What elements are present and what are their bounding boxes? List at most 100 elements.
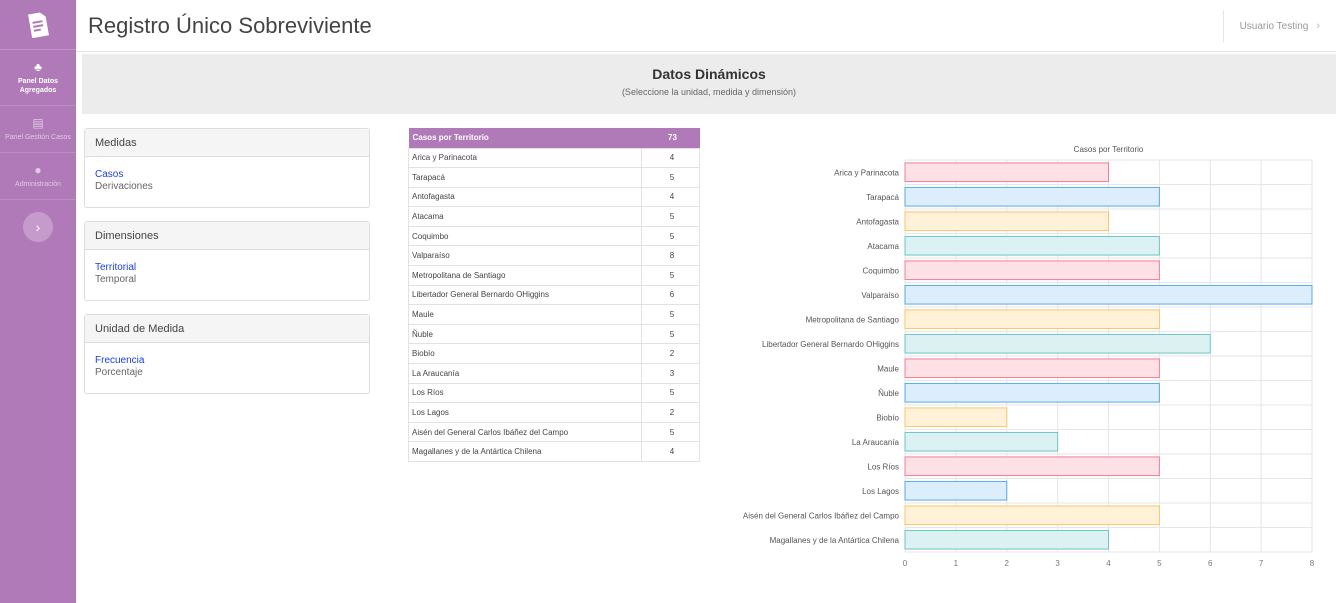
y-category-label: Tarapacá [866, 193, 899, 202]
row-value: 5 [641, 421, 700, 443]
table-header-row: Casos por Territorio 73 [408, 128, 700, 148]
row-name: Coquimbo [408, 225, 642, 247]
table-row: Maule 5 [408, 304, 700, 325]
x-tick-label: 2 [1005, 559, 1010, 568]
y-category-label: Atacama [867, 242, 899, 251]
y-category-label: Los Lagos [862, 487, 899, 496]
row-value: 8 [641, 245, 700, 267]
option-derivaciones[interactable]: Derivaciones [95, 181, 359, 193]
y-category-label: Aisén del General Carlos Ibáñez del Camp… [743, 511, 900, 520]
table-row: La Araucanía 3 [408, 363, 700, 384]
x-tick-label: 7 [1259, 559, 1264, 568]
unidad-medida-panel: Unidad de Medida Frecuencia Porcentaje [84, 314, 370, 394]
top-header: Registro Único Sobreviviente Usuario Tes… [76, 0, 1336, 52]
document-logo-icon [28, 11, 49, 38]
table-row: Antofagasta 4 [408, 186, 700, 208]
chart-icon: ♣ [34, 60, 42, 74]
row-value: 5 [641, 304, 700, 325]
row-name: Arica y Parinacota [408, 147, 642, 169]
y-category-label: Biobío [876, 413, 899, 422]
table-row: Valparaíso 8 [408, 245, 700, 267]
dimensiones-panel: Dimensiones Territorial Temporal [84, 221, 370, 301]
bar [904, 260, 1160, 281]
y-category-label: La Araucanía [852, 438, 900, 447]
x-tick-label: 1 [954, 559, 959, 568]
row-value: 6 [641, 284, 700, 306]
table-row: Biobío 2 [408, 343, 700, 365]
bar [904, 382, 1160, 403]
row-value: 4 [641, 186, 700, 208]
y-category-label: Magallanes y de la Antártica Chilena [770, 536, 900, 545]
table-row: Coquimbo 5 [408, 225, 700, 247]
table-row: Magallanes y de la Antártica Chilena 4 [408, 441, 700, 462]
bar [904, 333, 1211, 354]
list-icon: ▤ [32, 116, 44, 130]
sidebar-item-label: Panel Datos Agregados [17, 78, 59, 94]
data-table: Casos por Territorio 73 Arica y Parinaco… [408, 128, 700, 462]
table-row: Tarapacá 5 [408, 167, 700, 188]
banner-title: Datos Dinámicos [652, 66, 766, 82]
row-name: Los Lagos [408, 402, 642, 423]
app-logo[interactable] [0, 0, 76, 50]
x-tick-label: 5 [1157, 559, 1162, 568]
row-name: Magallanes y de la Antártica Chilena [408, 441, 642, 462]
row-name: La Araucanía [408, 363, 642, 384]
medidas-panel: Medidas Casos Derivaciones [84, 128, 370, 208]
y-category-label: Libertador General Bernardo OHiggins [762, 340, 899, 349]
table-row: Atacama 5 [408, 206, 700, 227]
y-category-label: Antofagasta [856, 217, 899, 226]
user-menu[interactable]: Usuario Testing › [1222, 10, 1336, 42]
row-value: 2 [641, 343, 700, 365]
table-row: Aisén del General Carlos Ibáñez del Camp… [408, 421, 700, 443]
option-frecuencia[interactable]: Frecuencia [95, 355, 359, 367]
row-name: Ñuble [408, 323, 642, 345]
chart-title: Casos por Territorio [1074, 145, 1144, 154]
sidebar-item-label: Administración [15, 181, 61, 188]
y-category-label: Metropolitana de Santiago [806, 315, 900, 324]
option-temporal[interactable]: Temporal [95, 274, 359, 286]
row-value: 2 [641, 402, 700, 423]
panel-title: Medidas [85, 129, 369, 157]
chevron-right-icon: › [35, 219, 41, 235]
option-casos[interactable]: Casos [95, 169, 359, 181]
y-category-label: Ñuble [878, 389, 899, 398]
option-territorial[interactable]: Territorial [95, 262, 359, 274]
page-title: Registro Único Sobreviviente [88, 13, 372, 38]
table-row: Libertador General Bernardo OHiggins 6 [408, 284, 700, 306]
row-name: Aisén del General Carlos Ibáñez del Camp… [408, 421, 642, 443]
panel-title: Unidad de Medida [85, 315, 369, 343]
bar [904, 162, 1109, 183]
bar [904, 407, 1008, 428]
row-name: Metropolitana de Santiago [408, 265, 642, 286]
section-banner: Datos Dinámicos (Seleccione la unidad, m… [82, 54, 1336, 114]
row-value: 4 [641, 147, 700, 169]
bar [904, 211, 1109, 232]
row-value: 4 [641, 441, 700, 462]
x-tick-label: 3 [1055, 559, 1060, 568]
sidebar-toggle-button[interactable]: › [23, 212, 53, 242]
bar [904, 480, 1008, 501]
row-value: 5 [641, 206, 700, 227]
bar-chart: Casos por Territorio 0 1 2 3 4 5 6 7 8 Arica y Par… [743, 145, 1315, 568]
sidebar-item-panel-gestion[interactable]: ▤ Panel Gestión Casos [0, 106, 76, 153]
row-name: Atacama [408, 206, 642, 227]
bar [904, 186, 1160, 207]
row-name: Valparaíso [408, 245, 642, 267]
table-header-total: 73 [641, 128, 700, 148]
y-category-label: Coquimbo [863, 266, 900, 275]
table-row: Los Ríos 5 [408, 382, 700, 404]
x-tick-label: 8 [1310, 559, 1315, 568]
row-name: Biobío [408, 343, 642, 365]
sidebar-item-panel-datos[interactable]: ♣ Panel Datos Agregados [0, 50, 76, 106]
row-value: 5 [641, 382, 700, 404]
row-value: 5 [641, 167, 700, 188]
banner-subtitle: (Seleccione la unidad, medida y dimensió… [621, 87, 797, 97]
y-category-label: Los Ríos [867, 462, 899, 471]
bar [904, 284, 1313, 305]
bar [904, 505, 1160, 526]
y-category-label: Arica y Parinacota [834, 168, 899, 177]
sidebar-item-administracion[interactable]: ● Administración [0, 153, 76, 200]
x-tick-label: 0 [903, 559, 908, 568]
option-porcentaje[interactable]: Porcentaje [95, 367, 359, 379]
row-value: 5 [641, 225, 700, 247]
